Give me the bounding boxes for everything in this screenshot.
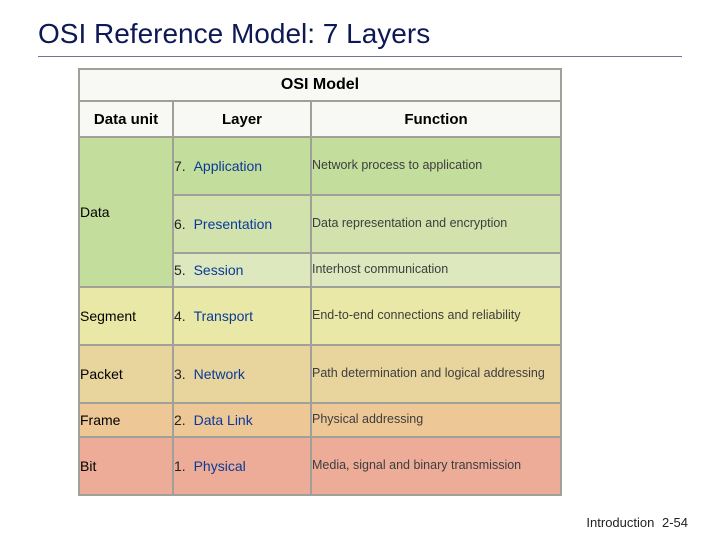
row-network: Packet 3. Network Path determination and…	[79, 345, 561, 403]
function-transport: End-to-end connections and reliability	[311, 287, 561, 345]
layer-num: 5.	[174, 262, 186, 278]
function-network: Path determination and logical addressin…	[311, 345, 561, 403]
osi-model-table: OSI Model Data unit Layer Function Data …	[78, 68, 562, 496]
layer-num: 4.	[174, 308, 186, 324]
layer-cell-transport: 4. Transport	[173, 287, 311, 345]
function-physical: Media, signal and binary transmission	[311, 437, 561, 495]
layer-name: Session	[194, 262, 244, 278]
row-physical: Bit 1. Physical Media, signal and binary…	[79, 437, 561, 495]
data-unit-data: Data	[79, 137, 173, 287]
data-unit-segment: Segment	[79, 287, 173, 345]
function-session: Interhost communication	[311, 253, 561, 287]
title-underline	[38, 56, 682, 57]
slide: OSI Reference Model: 7 Layers OSI Model …	[0, 0, 720, 540]
layer-num: 7.	[174, 158, 186, 174]
layer-num: 6.	[174, 216, 186, 232]
layer-cell-data-link: 2. Data Link	[173, 403, 311, 437]
function-application: Network process to application	[311, 137, 561, 195]
table-caption: OSI Model	[79, 69, 561, 101]
layer-cell-physical: 1. Physical	[173, 437, 311, 495]
layer-cell-session: 5. Session	[173, 253, 311, 287]
row-data-link: Frame 2. Data Link Physical addressing	[79, 403, 561, 437]
row-application: Data 7. Application Network process to a…	[79, 137, 561, 195]
layer-cell-application: 7. Application	[173, 137, 311, 195]
function-presentation: Data representation and encryption	[311, 195, 561, 253]
layer-cell-network: 3. Network	[173, 345, 311, 403]
header-layer: Layer	[173, 101, 311, 137]
layer-name: Physical	[194, 458, 246, 474]
data-unit-packet: Packet	[79, 345, 173, 403]
layer-num: 3.	[174, 366, 186, 382]
header-function: Function	[311, 101, 561, 137]
row-transport: Segment 4. Transport End-to-end connecti…	[79, 287, 561, 345]
footer-label: Introduction	[586, 515, 654, 530]
data-unit-frame: Frame	[79, 403, 173, 437]
layer-cell-presentation: 6. Presentation	[173, 195, 311, 253]
layer-name: Presentation	[194, 216, 273, 232]
layer-name: Network	[194, 366, 245, 382]
layer-num: 2.	[174, 412, 186, 428]
layer-name: Transport	[194, 308, 253, 324]
layer-num: 1.	[174, 458, 186, 474]
slide-footer: Introduction 2-54	[586, 515, 688, 530]
layer-name: Data Link	[194, 412, 253, 428]
data-unit-bit: Bit	[79, 437, 173, 495]
footer-page: 2-54	[662, 515, 688, 530]
layer-name: Application	[194, 158, 263, 174]
header-data-unit: Data unit	[79, 101, 173, 137]
function-data-link: Physical addressing	[311, 403, 561, 437]
page-title: OSI Reference Model: 7 Layers	[38, 18, 430, 50]
